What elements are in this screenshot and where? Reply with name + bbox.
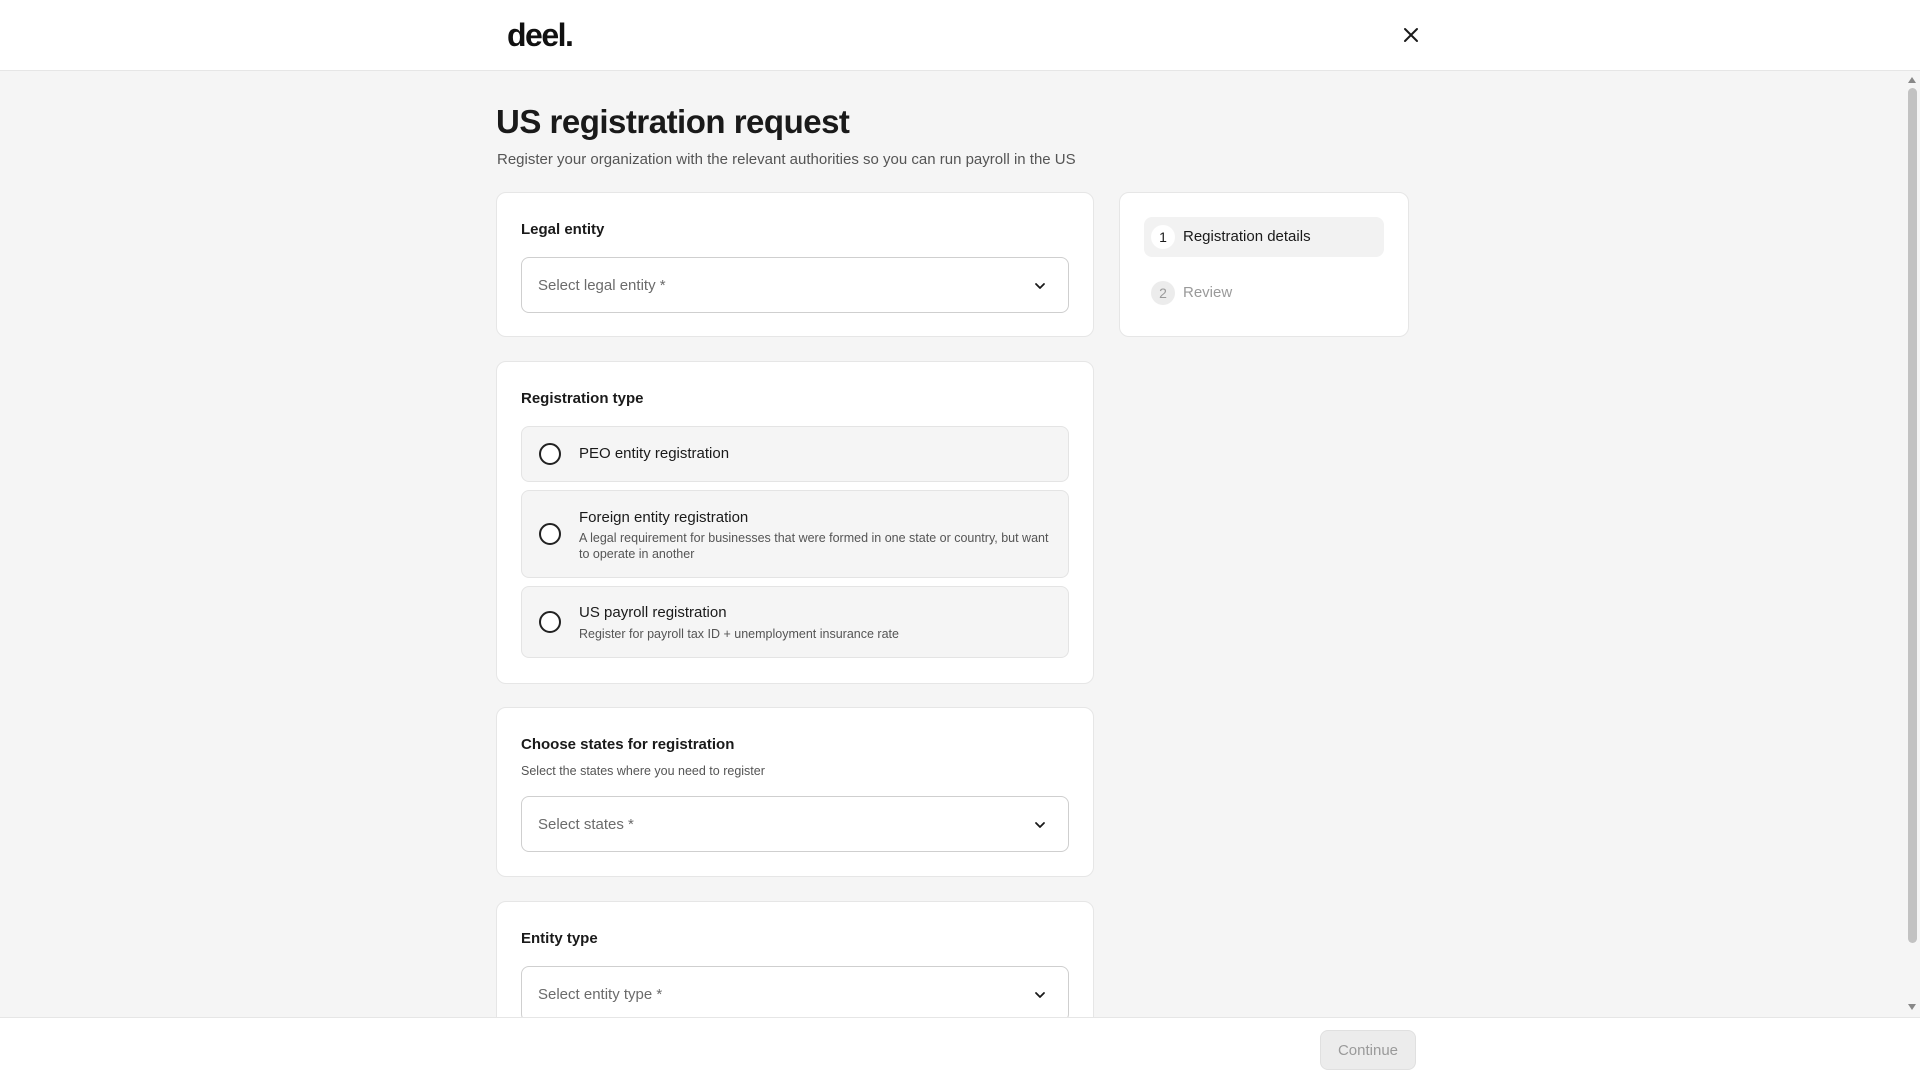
states-title: Choose states for registration: [521, 736, 735, 753]
legal-entity-placeholder: Select legal entity *: [538, 277, 666, 294]
states-placeholder: Select states *: [538, 816, 634, 833]
close-button[interactable]: [1398, 22, 1424, 48]
radio-button[interactable]: [539, 611, 561, 633]
radio-option-foreign-entity[interactable]: Foreign entity registration A legal requ…: [521, 490, 1069, 578]
step-label: Registration details: [1183, 228, 1311, 245]
scrollbar-thumb[interactable]: [1908, 88, 1917, 943]
radio-description: Register for payroll tax ID + unemployme…: [579, 627, 899, 641]
radio-description: A legal requirement for businesses that …: [579, 531, 1049, 561]
states-subtitle: Select the states where you need to regi…: [521, 764, 765, 778]
footer-bar: Continue: [0, 1017, 1920, 1080]
steps-card: 1 Registration details 2 Review: [1119, 192, 1409, 337]
states-card: Choose states for registration Select th…: [496, 707, 1094, 877]
radio-label: PEO entity registration: [579, 445, 730, 462]
radio-option-us-payroll[interactable]: US payroll registration Register for pay…: [521, 586, 1069, 658]
entity-type-select[interactable]: Select entity type *: [521, 966, 1069, 1017]
top-bar: deel.: [0, 0, 1920, 71]
radio-option-peo[interactable]: PEO entity registration: [521, 426, 1069, 482]
legal-entity-title: Legal entity: [521, 221, 605, 238]
registration-type-title: Registration type: [521, 390, 644, 407]
radio-button[interactable]: [539, 523, 561, 545]
main-content[interactable]: US registration request Register your or…: [0, 71, 1905, 1017]
close-icon: [1404, 28, 1418, 42]
entity-type-title: Entity type: [521, 930, 598, 947]
chevron-down-icon: [1035, 283, 1045, 289]
legal-entity-select[interactable]: Select legal entity *: [521, 257, 1069, 313]
step-label: Review: [1183, 284, 1233, 301]
radio-button[interactable]: [539, 443, 561, 465]
entity-type-card: Entity type Select entity type *: [496, 901, 1094, 1017]
scroll-up-arrow[interactable]: [1908, 77, 1916, 83]
vertical-scrollbar[interactable]: [1905, 71, 1920, 1017]
entity-type-placeholder: Select entity type *: [538, 986, 663, 1003]
step-number: 2: [1151, 281, 1175, 305]
step-number: 1: [1151, 225, 1175, 249]
radio-label: US payroll registration: [579, 604, 727, 621]
chevron-down-icon: [1035, 822, 1045, 828]
page-subtitle: Register your organization with the rele…: [497, 151, 1076, 168]
continue-button[interactable]: Continue: [1320, 1030, 1416, 1070]
deel-logo[interactable]: deel.: [507, 17, 574, 54]
chevron-down-icon: [1035, 992, 1045, 998]
step-review: 2 Review: [1144, 273, 1384, 313]
step-registration-details[interactable]: 1 Registration details: [1144, 217, 1384, 257]
registration-type-card: Registration type PEO entity registratio…: [496, 361, 1094, 684]
page-title: US registration request: [496, 103, 850, 140]
radio-label: Foreign entity registration: [579, 509, 749, 526]
legal-entity-card: Legal entity Select legal entity *: [496, 192, 1094, 337]
states-select[interactable]: Select states *: [521, 796, 1069, 852]
scroll-down-arrow[interactable]: [1908, 1004, 1916, 1010]
